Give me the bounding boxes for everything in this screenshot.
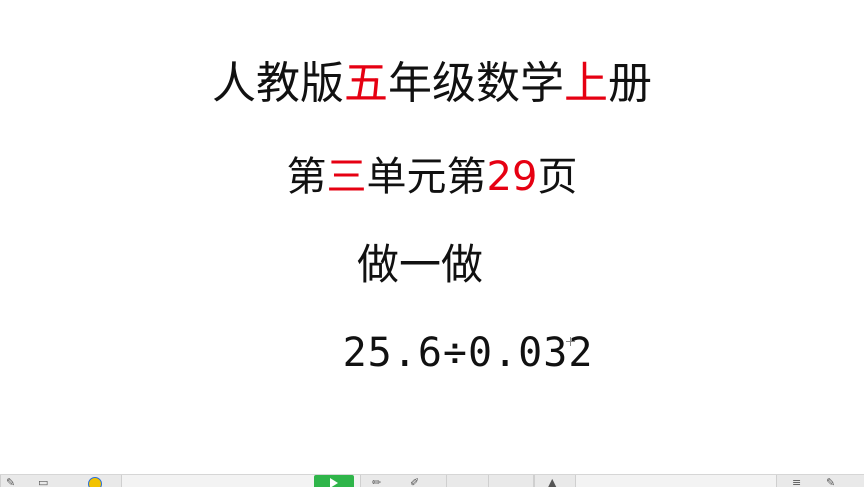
section-heading: 做一做 (356, 240, 483, 289)
title-part-subject: 年级数学 (388, 58, 564, 109)
subtitle-part-5: 页 (537, 154, 578, 200)
bottom-toolbar: ✎ ▭ ✏ ✐ ▲ ≡ ✎ (0, 474, 864, 487)
toolbar-divider (446, 475, 447, 487)
subtitle-part-3: 单元第 (366, 154, 487, 200)
subtitle-part-1: 第 (286, 154, 327, 200)
title-part-grade: 五 (344, 58, 388, 109)
slide-title: 人教版五年级数学上册 (0, 62, 864, 106)
toolbar-divider (488, 475, 489, 487)
title-part-book: 册 (608, 58, 652, 109)
slide-subtitle: 第三单元第29页 (0, 157, 864, 197)
math-problem: 25.6÷0.032 (342, 330, 594, 376)
title-part-publisher: 人教版 (212, 58, 344, 109)
crosshair-cursor-icon (566, 337, 575, 346)
toolbar-group-center (360, 475, 534, 487)
slide-canvas: 人教版五年级数学上册 第三单元第29页 做一做 25.6÷0.032 (0, 0, 864, 486)
title-part-volume: 上 (564, 58, 608, 109)
play-icon[interactable] (314, 475, 354, 487)
subtitle-page-number: 29 (486, 154, 538, 200)
subtitle-unit-number: 三 (326, 154, 367, 200)
toolbar-group-right (776, 475, 864, 487)
toolbar-group-left (0, 475, 122, 487)
